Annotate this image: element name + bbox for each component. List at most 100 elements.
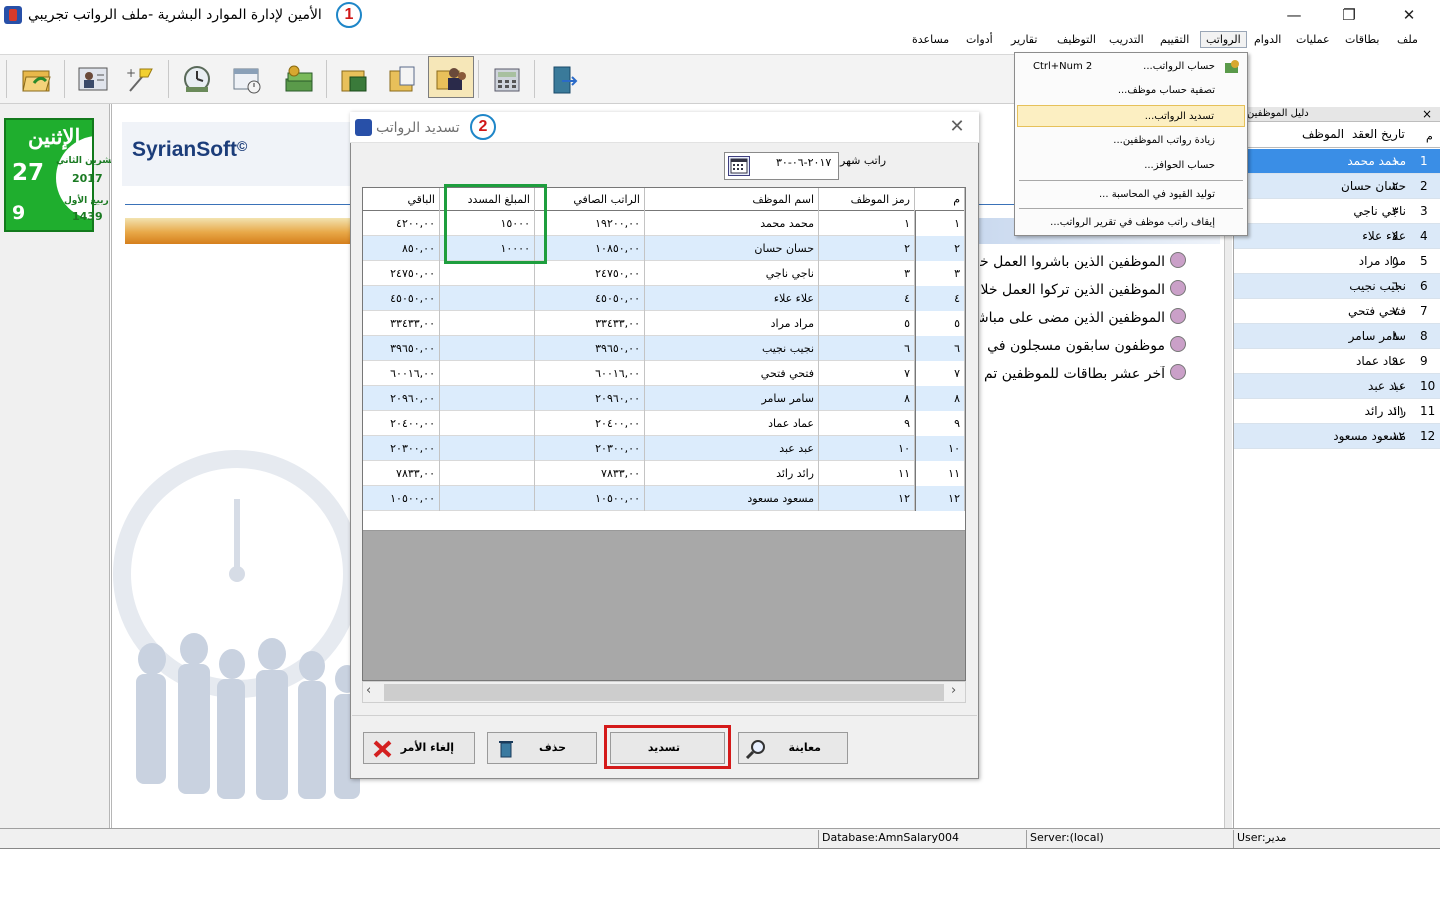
document-folder-button[interactable] [380, 58, 426, 100]
schedule-button[interactable] [224, 58, 270, 100]
shortcut-hint: Ctrl+Num 2 [1033, 61, 1093, 72]
employee-list-item[interactable]: 4 ٤ علاء علاء [1234, 224, 1440, 249]
table-row[interactable]: ١١ ١١ رائد رائد ٧٨٣٣,٠٠ ٧٨٣٣,٠٠ [363, 461, 965, 486]
delete-button[interactable]: حذف [487, 732, 597, 764]
calculator-button[interactable] [484, 58, 530, 100]
menu-salaries[interactable]: الرواتب [1200, 31, 1247, 48]
cell-employee-code: ٢ [819, 236, 915, 261]
cell-paid-amount[interactable] [440, 461, 535, 486]
money-stack-button[interactable] [276, 58, 322, 100]
employee-list-item[interactable]: 10 ١٠ عبد عبد [1234, 374, 1440, 399]
cell-paid-amount[interactable] [440, 336, 535, 361]
clock-button[interactable] [174, 58, 220, 100]
cell-paid-amount[interactable] [440, 286, 535, 311]
menu-evaluation[interactable]: التقييم [1160, 33, 1189, 46]
minimize-button[interactable]: — [1271, 2, 1317, 28]
menu-hiring[interactable]: التوظيف [1057, 33, 1096, 46]
scroll-right-icon[interactable]: › [951, 683, 956, 698]
link-last-ten-cards[interactable]: آخر عشر بطاقات للموظفين تم [980, 366, 1165, 382]
report-link-icon [1170, 308, 1186, 324]
cell-paid-amount[interactable] [440, 261, 535, 286]
employee-list-item[interactable]: 12 ١٢ مسعود مسعود [1234, 424, 1440, 449]
employee-row-name: علاء علاء [1362, 229, 1406, 243]
link-new-employees[interactable]: الموظفين الذين باشروا العمل خلال [980, 254, 1165, 270]
menu-item-calculate-salaries[interactable]: حساب الرواتب... Ctrl+Num 2 [1017, 56, 1245, 78]
table-row[interactable]: ٥ ٥ مراد مراد ٣٣٤٣٣,٠٠ ٣٣٤٣٣,٠٠ [363, 311, 965, 336]
salary-payment-button[interactable] [428, 56, 474, 98]
dialog-close-button[interactable]: ✕ [944, 116, 970, 138]
calendar-button[interactable] [728, 156, 750, 176]
cell-employee-name: مسعود مسعود [645, 486, 819, 511]
table-row[interactable]: ١٢ ١٢ مسعود مسعود ١٠٥٠٠,٠٠ ١٠٥٠٠,٠٠ [363, 486, 965, 511]
close-window-button[interactable]: ✕ [1386, 2, 1432, 28]
menu-training[interactable]: التدريب [1109, 33, 1144, 46]
report-link-icon [1170, 252, 1186, 268]
menu-file[interactable]: ملف [1397, 33, 1418, 46]
cell-paid-amount[interactable] [440, 386, 535, 411]
table-row[interactable]: ٤ ٤ علاء علاء ٤٥٠٥٠,٠٠ ٤٥٠٥٠,٠٠ [363, 286, 965, 311]
employee-list-item[interactable]: 3 ٣ ناجي ناجي [1234, 199, 1440, 224]
table-row[interactable]: ٨ ٨ سامر سامر ٢٠٩٦٠,٠٠ ٢٠٩٦٠,٠٠ [363, 386, 965, 411]
open-folder-button[interactable] [14, 58, 60, 100]
employee-list-item[interactable]: 1 ١ محمد محمد [1234, 149, 1440, 174]
calendar-icon [730, 158, 748, 174]
cell-employee-name: نجيب نجيب [645, 336, 819, 361]
table-row[interactable]: ٦ ٦ نجيب نجيب ٣٩٦٥٠,٠٠ ٣٩٦٥٠,٠٠ [363, 336, 965, 361]
employee-list-item[interactable]: 7 ٧ فتحي فتحي [1234, 299, 1440, 324]
menu-item-stop-salary[interactable]: إيقاف راتب موظف في تقرير الرواتب... [1017, 212, 1245, 234]
gregorian-month: تشرين الثاني [56, 156, 115, 166]
cell-employee-name: عماد عماد [645, 411, 819, 436]
cell-employee-name: علاء علاء [645, 286, 819, 311]
calculator-icon [494, 68, 520, 92]
folder-stack-button[interactable] [332, 58, 378, 100]
table-row[interactable]: ٣ ٣ ناجي ناجي ٢٤٧٥٠,٠٠ ٢٤٧٥٠,٠٠ [363, 261, 965, 286]
maximize-button[interactable]: ❐ [1326, 2, 1372, 28]
cell-employee-code: ١ [819, 211, 915, 236]
menu-attendance[interactable]: الدوام [1254, 33, 1281, 46]
link-left-employees[interactable]: الموظفين الذين تركوا العمل خلال [980, 282, 1165, 298]
menu-operations[interactable]: عمليات [1296, 33, 1330, 46]
cell-paid-amount[interactable] [440, 361, 535, 386]
cell-remaining: ٢٠٣٠٠,٠٠ [363, 436, 440, 461]
cell-employee-code: ٨ [819, 386, 915, 411]
menu-item-generate-entries[interactable]: توليد القيود في المحاسبة ... [1017, 184, 1245, 206]
employee-panel-title: دليل الموظفين [1247, 108, 1309, 119]
cell-employee-code: ٤ [819, 286, 915, 311]
cancel-button[interactable]: إلغاء الأمر [363, 732, 475, 764]
employee-list-item[interactable]: 8 ٨ سامر سامر [1234, 324, 1440, 349]
menu-cards[interactable]: بطاقات [1345, 33, 1379, 46]
pin-tool-button[interactable]: + [118, 58, 164, 100]
panel-close-icon[interactable]: × [1422, 107, 1432, 121]
employee-list-item[interactable]: 6 ٦ نجيب نجيب [1234, 274, 1440, 299]
preview-button[interactable]: معاينة [738, 732, 848, 764]
link-former-employees[interactable]: موظفون سابقون مسجلون في [980, 338, 1165, 354]
employee-list-item[interactable]: 9 ٩ عماد عماد [1234, 349, 1440, 374]
cell-paid-amount[interactable] [440, 486, 535, 511]
scroll-left-icon[interactable]: ‹ [366, 683, 371, 698]
cell-paid-amount[interactable] [440, 311, 535, 336]
cell-paid-amount[interactable] [440, 411, 535, 436]
toolbar-separator [64, 60, 65, 98]
menu-help[interactable]: مساعدة [912, 33, 949, 46]
cell-net-salary: ٢٤٧٥٠,٠٠ [535, 261, 645, 286]
employee-list-item[interactable]: 2 ٢ حسان حسان [1234, 174, 1440, 199]
employee-row-number: 11 [1420, 404, 1436, 418]
employee-list-item[interactable]: 5 ٥ مراد مراد [1234, 249, 1440, 274]
menu-reports[interactable]: تقارير [1011, 33, 1037, 46]
menu-item-settle-employee[interactable]: تصفية حساب موظف... [1017, 80, 1245, 102]
menu-item-pay-salaries[interactable]: تسديد الرواتب... [1017, 105, 1245, 127]
table-row[interactable]: ٩ ٩ عماد عماد ٢٠٤٠٠,٠٠ ٢٠٤٠٠,٠٠ [363, 411, 965, 436]
employee-list-item[interactable]: 11 ١١ رائد رائد [1234, 399, 1440, 424]
menu-item-calculate-incentives[interactable]: حساب الحوافز... [1017, 155, 1245, 177]
table-row[interactable]: ١٠ ١٠ عبد عبد ٢٠٣٠٠,٠٠ ٢٠٣٠٠,٠٠ [363, 436, 965, 461]
link-tenure-employees[interactable]: الموظفين الذين مضى على مباشرتهم [980, 310, 1165, 326]
cell-index: ٨ [915, 386, 965, 411]
cell-paid-amount[interactable] [440, 436, 535, 461]
table-row[interactable]: ٧ ٧ فتحي فتحي ٦٠٠١٦,٠٠ ٦٠٠١٦,٠٠ [363, 361, 965, 386]
exit-button[interactable] [540, 58, 586, 100]
scrollbar-thumb[interactable] [384, 684, 944, 701]
menu-item-raise-salaries[interactable]: زيادة رواتب الموظفين... [1017, 130, 1245, 152]
employee-card-button[interactable] [70, 58, 116, 100]
grid-new-row[interactable] [363, 511, 965, 531]
menu-tools[interactable]: أدوات [966, 33, 993, 46]
